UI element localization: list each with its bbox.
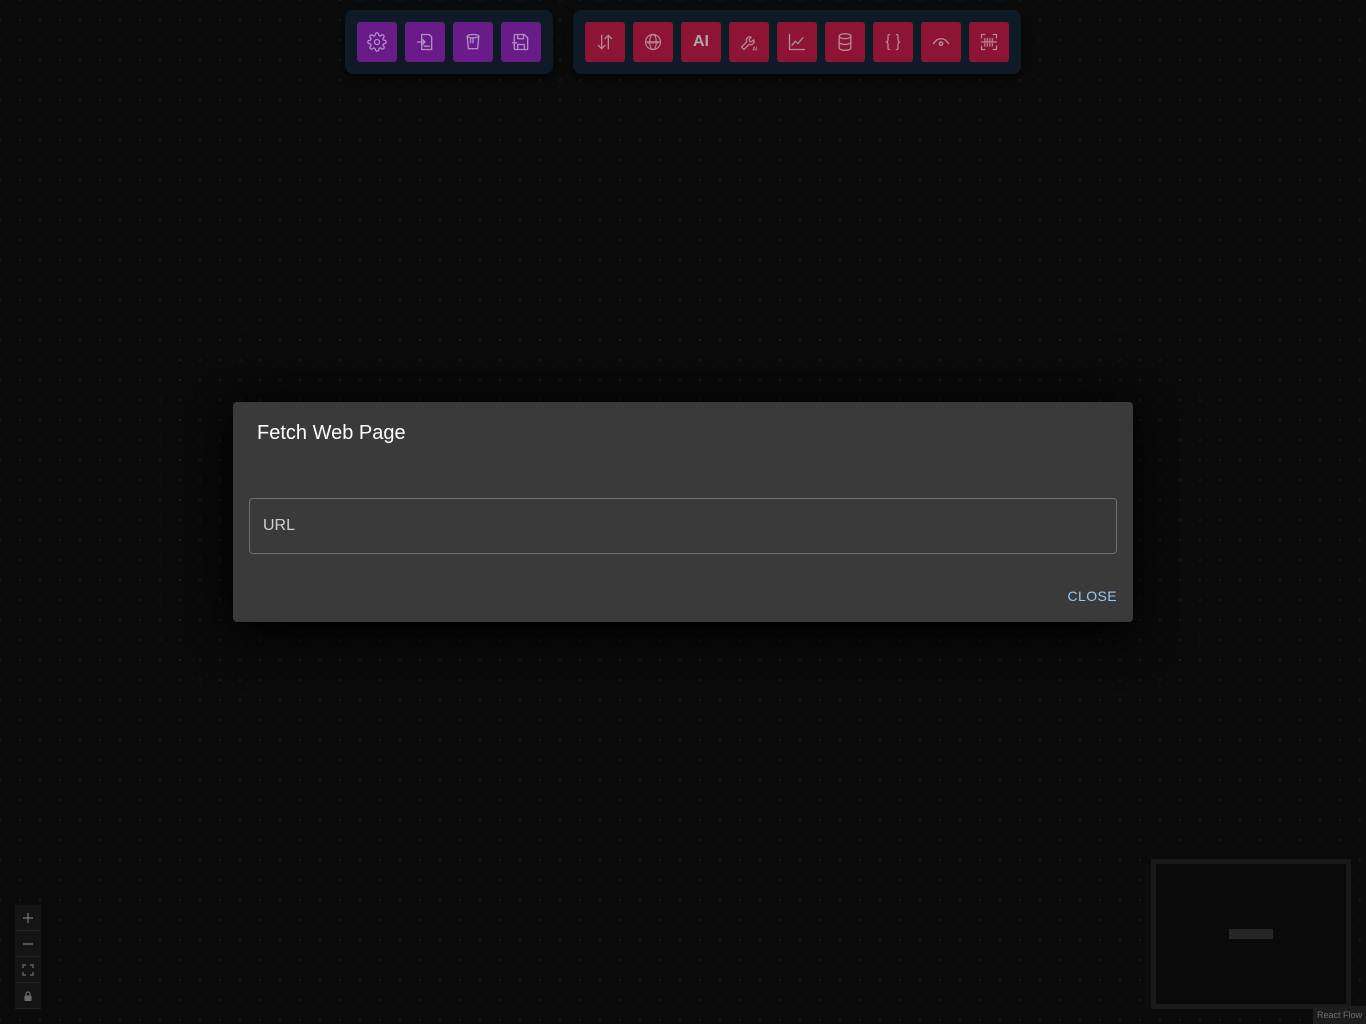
lock-button[interactable] [15, 983, 41, 1009]
fit-view-icon [22, 963, 34, 976]
fit-view-button[interactable] [15, 957, 41, 983]
url-input[interactable] [249, 498, 1117, 554]
lock-icon [24, 990, 32, 1001]
zoom-in-icon [23, 912, 33, 923]
zoom-in-button[interactable] [15, 905, 41, 931]
close-button[interactable]: CLOSE [1068, 586, 1117, 606]
minimap[interactable] [1151, 859, 1351, 1009]
zoom-out-icon [23, 942, 33, 945]
minimap-node [1229, 929, 1273, 939]
flow-controls [15, 905, 41, 1009]
react-flow-attribution[interactable]: React Flow [1313, 1006, 1366, 1024]
zoom-out-button[interactable] [15, 931, 41, 957]
dialog-title: Fetch Web Page [257, 422, 406, 444]
fetch-web-page-dialog: Fetch Web Page CLOSE [233, 402, 1133, 622]
